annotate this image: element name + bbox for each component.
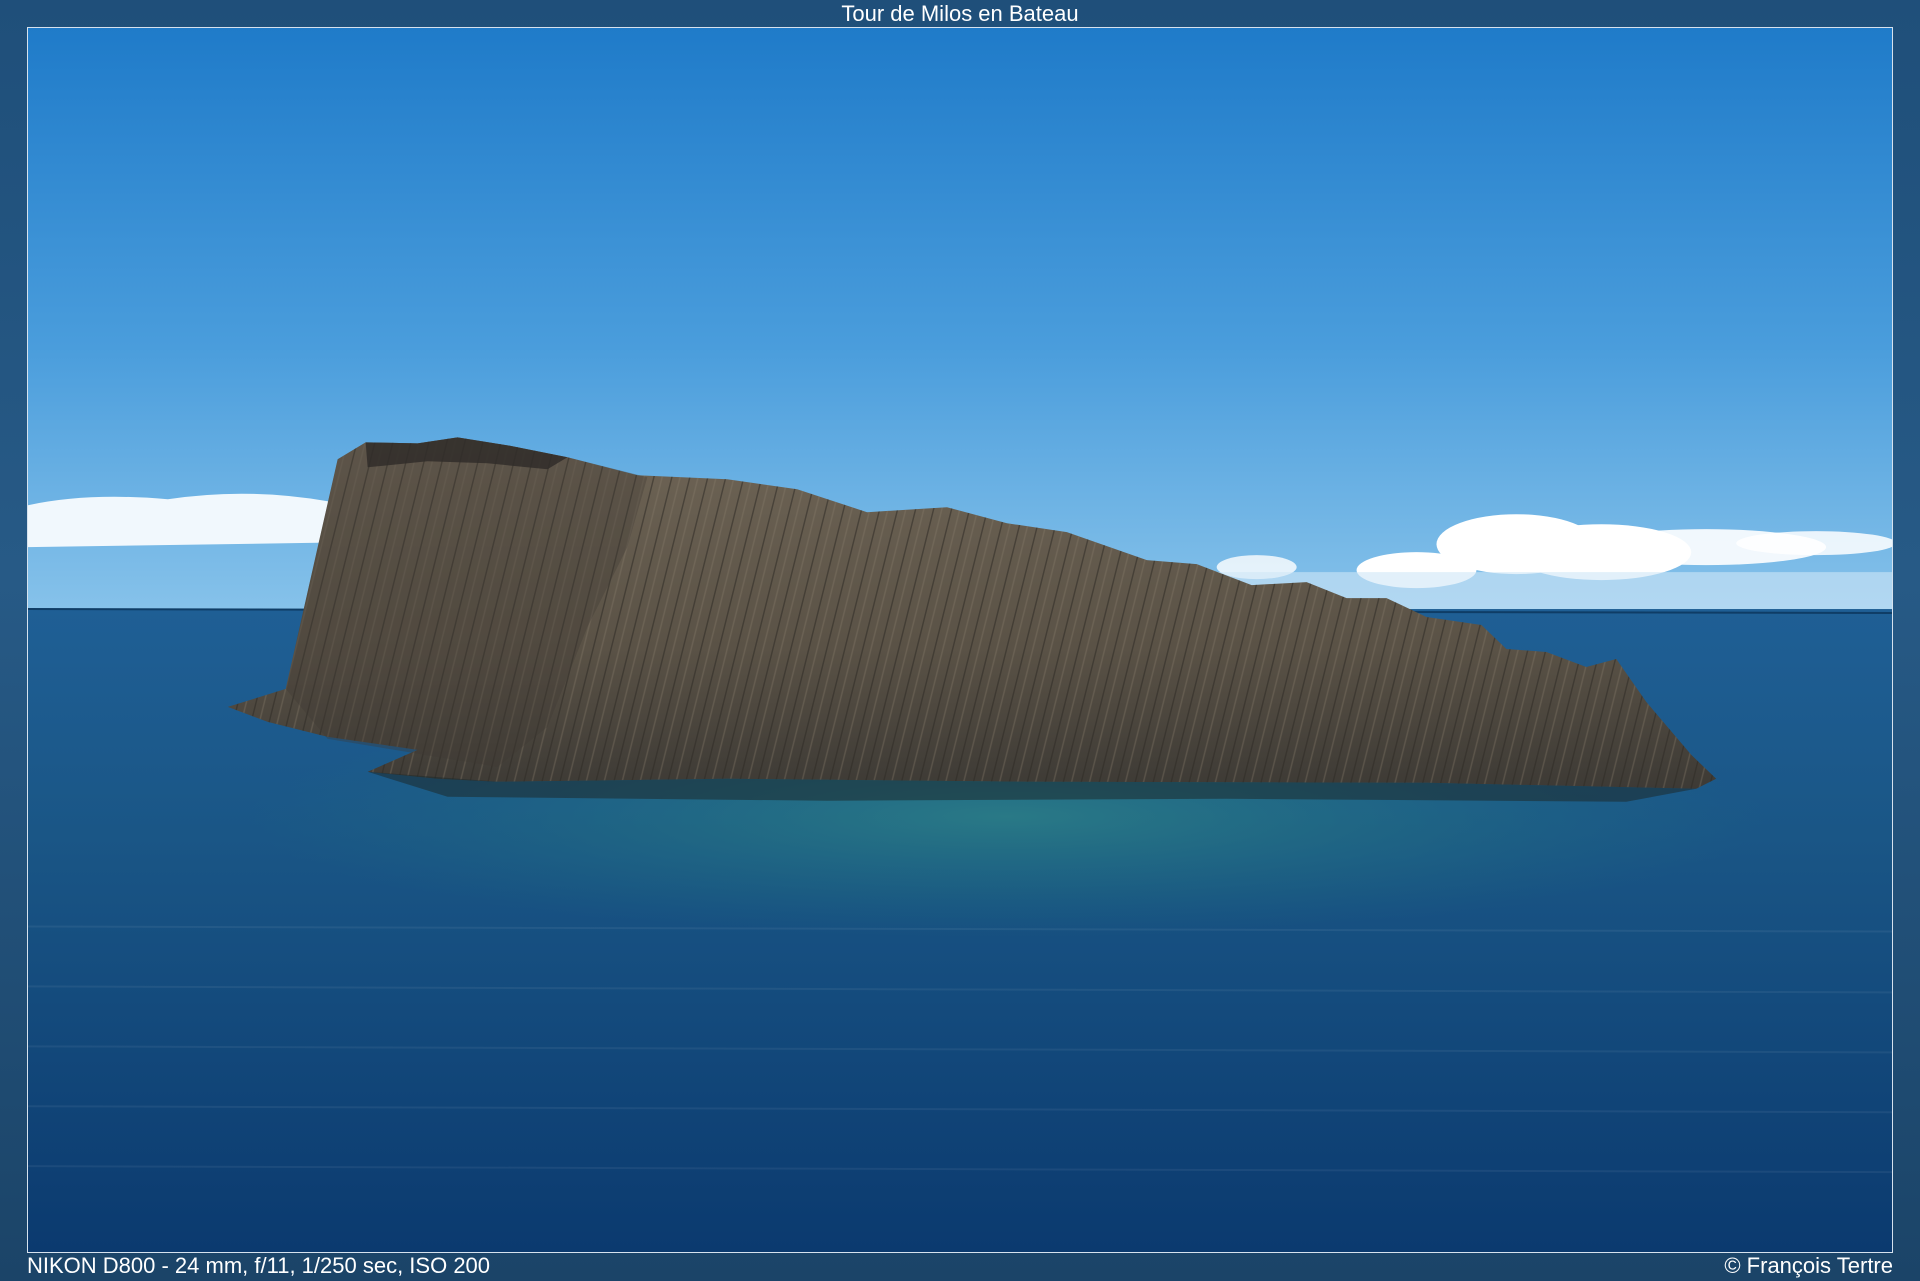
photo-scene	[28, 28, 1892, 1252]
exif-info: NIKON D800 - 24 mm, f/11, 1/250 sec, ISO…	[27, 1253, 491, 1278]
copyright: © François Tertre	[1724, 1253, 1893, 1278]
gallery-frame: Tour de Milos en Bateau NIKON D800 - 24 …	[0, 0, 1920, 1281]
photo-title: Tour de Milos en Bateau	[841, 1, 1079, 26]
photo	[27, 27, 1893, 1253]
